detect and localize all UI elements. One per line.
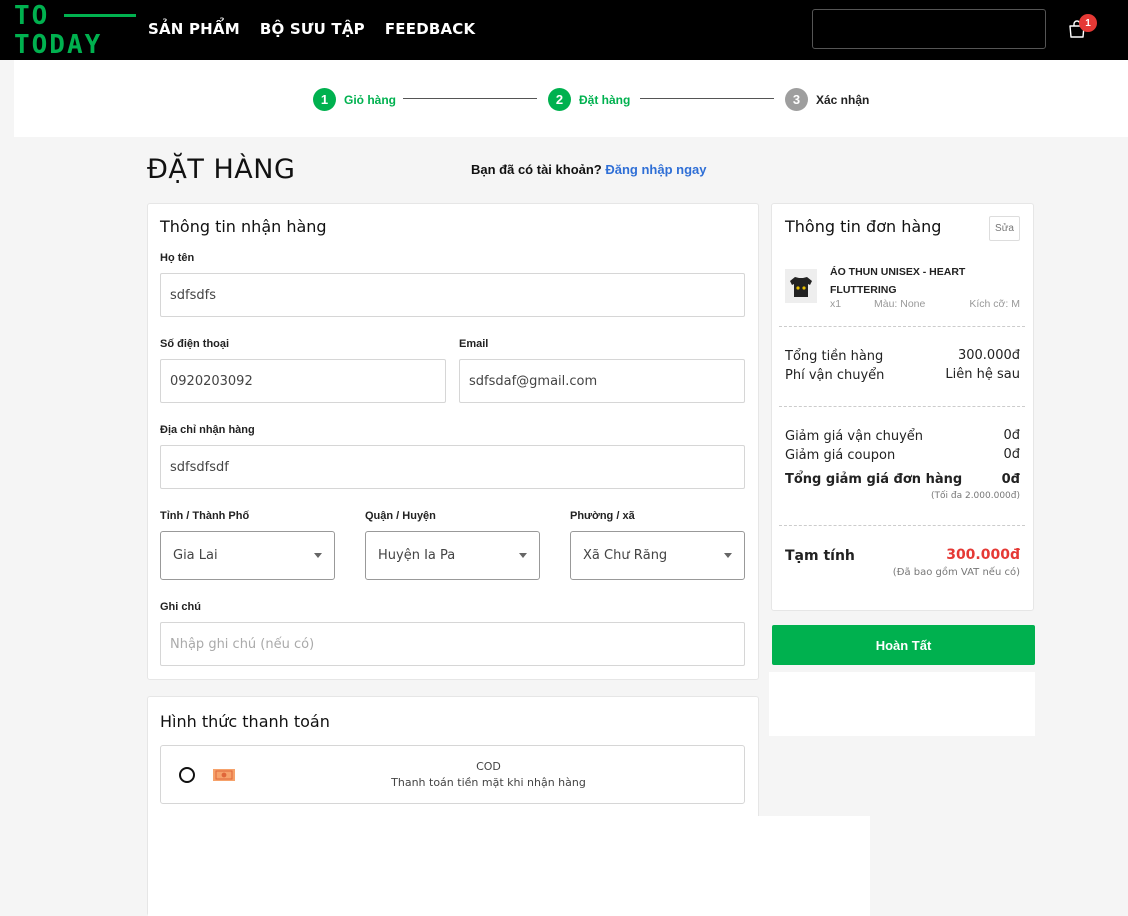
chevron-down-icon [724,553,732,558]
product-name-line-1: ÁO THUN UNISEX - HEART [830,266,966,278]
chevron-down-icon [519,553,527,558]
order-summary-title: Thông tin đơn hàng [785,217,942,236]
step-label: Giỏ hàng [344,92,396,107]
ward-value: Xã Chư Răng [583,548,668,563]
top-navbar: TO TODAY SẢN PHẨM BỘ SƯU TẬP FEEDBACK 1 [0,0,1128,60]
payment-option-cod[interactable]: COD Thanh toán tiền mặt khi nhận hàng [160,745,745,804]
divider [779,406,1025,407]
email-label: Email [459,338,489,350]
address-label: Địa chỉ nhận hàng [160,424,255,436]
payment-method-title: Hình thức thanh toán [160,712,330,731]
page-title: ĐẶT HÀNG [147,154,296,185]
brand-logo[interactable]: TO TODAY [14,2,136,60]
product-name-line-2: FLUTTERING [830,284,897,296]
search-input[interactable] [812,9,1046,49]
step-connector [640,98,774,99]
shipping-discount-value: 0đ [1003,428,1020,443]
phone-label: Số điện thoại [160,338,230,350]
login-link[interactable]: Đăng nhập ngay [605,162,706,177]
coupon-discount-label: Giảm giá coupon [785,448,896,463]
vat-note: (Đã bao gồm VAT nếu có) [892,567,1020,578]
province-label: Tỉnh / Thành Phố [160,510,250,522]
login-prompt-text: Bạn đã có tài khoản? [471,162,602,177]
temp-total-value: 300.000đ [946,547,1020,563]
step-confirm[interactable]: 3 Xác nhận [785,88,869,111]
chevron-down-icon [314,553,322,558]
note-label: Ghi chú [160,601,201,613]
logo-bar [64,14,136,17]
step-connector [403,98,537,99]
edit-order-button[interactable]: Sửa [989,216,1020,241]
nav-item-feedback[interactable]: FEEDBACK [385,20,475,38]
district-select[interactable]: Huyện Ia Pa [365,531,540,580]
logo-line-2: TODAY [14,30,103,60]
total-discount-value: 0đ [1001,472,1020,487]
payment-card-extension [148,816,870,916]
login-prompt: Bạn đã có tài khoản? Đăng nhập ngay [471,162,707,177]
step-order[interactable]: 2 Đặt hàng [548,88,630,111]
shipping-fee-value: Liên hệ sau [945,367,1020,382]
phone-field[interactable]: 0920203092 [160,359,446,403]
ward-select[interactable]: Xã Chư Răng [570,531,745,580]
product-color: Màu: None [874,298,926,310]
cod-name: COD [476,760,501,773]
nav-item-collections[interactable]: BỘ SƯU TẬP [260,20,365,38]
divider [779,326,1025,327]
product-size: Kích cỡ: M [969,298,1020,310]
product-qty: x1 [830,298,842,310]
product-thumbnail[interactable] [785,269,817,303]
name-label: Họ tên [160,252,195,264]
step-number: 2 [548,88,571,111]
step-cart[interactable]: 1 Giỏ hàng [313,88,396,111]
checkout-stepper: 1 Giỏ hàng 2 Đặt hàng 3 Xác nhận [14,60,1128,137]
district-value: Huyện Ia Pa [378,548,456,563]
coupon-discount-value: 0đ [1003,447,1020,462]
note-field[interactable]: Nhập ghi chú (nếu có) [160,622,745,666]
step-label: Đặt hàng [579,92,631,107]
shipping-info-title: Thông tin nhận hàng [160,217,327,236]
temp-total-label: Tạm tính [785,548,855,564]
email-field[interactable]: sdfsdaf@gmail.com [459,359,745,403]
name-field[interactable]: sdfsdfs [160,273,745,317]
step-label: Xác nhận [816,92,870,107]
complete-order-button[interactable]: Hoàn Tất [772,625,1035,665]
cart-count-badge: 1 [1079,14,1097,32]
max-discount-note: (Tối đa 2.000.000đ) [931,491,1020,501]
province-select[interactable]: Gia Lai [160,531,335,580]
ward-label: Phường / xã [570,510,635,522]
cod-description: Thanh toán tiền mặt khi nhận hàng [391,776,586,789]
subtotal-label: Tổng tiền hàng [785,349,884,364]
summary-footer-blank [769,672,1035,736]
nav-item-products[interactable]: SẢN PHẨM [148,20,240,38]
subtotal-value: 300.000đ [957,348,1020,363]
step-number: 3 [785,88,808,111]
province-value: Gia Lai [173,548,218,563]
address-field[interactable]: sdfsdfsdf [160,445,745,489]
district-label: Quận / Huyện [365,510,436,522]
divider [779,525,1025,526]
step-number: 1 [313,88,336,111]
main-nav: SẢN PHẨM BỘ SƯU TẬP FEEDBACK [148,20,475,38]
shipping-fee-label: Phí vận chuyển [785,368,885,383]
product-name[interactable]: ÁO THUN UNISEX - HEART FLUTTERING [830,263,965,299]
